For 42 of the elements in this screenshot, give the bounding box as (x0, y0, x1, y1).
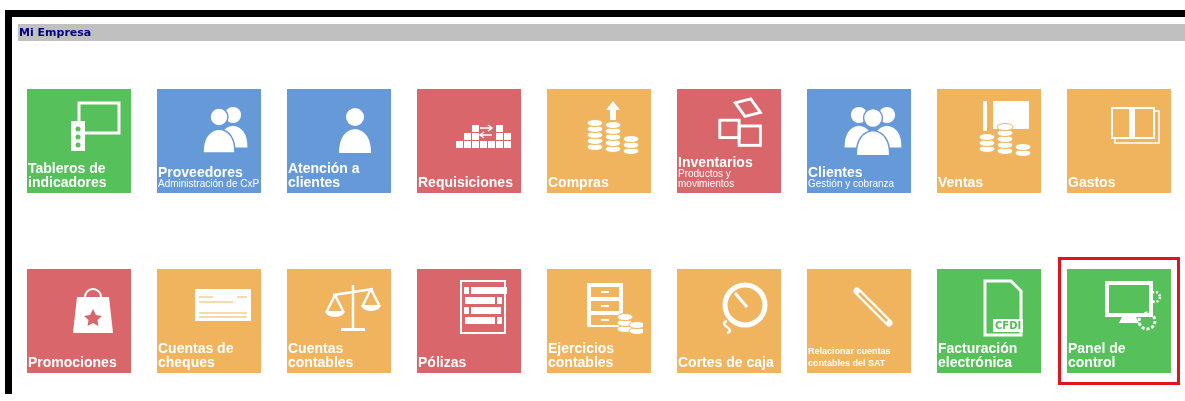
tile-title: Compras (548, 175, 610, 189)
tile-title: Relacionar cuentas contables del SAT (808, 345, 892, 369)
module-tile[interactable]: Requisiciones (417, 89, 521, 193)
tile-title: Pólizas (418, 355, 468, 369)
tile-title: Clientes (808, 165, 863, 179)
tile-title: Ejercicios contables (548, 341, 616, 369)
module-tile[interactable]: Gastos (1067, 89, 1171, 193)
tile-title: Cortes de caja (678, 355, 775, 369)
module-tile[interactable]: Inventarios Productos y movimientos (677, 89, 781, 193)
module-tile[interactable]: Panel de control (1067, 269, 1171, 373)
module-tile[interactable]: Relacionar cuentas contables del SAT (807, 269, 911, 373)
module-tile[interactable]: Promociones (27, 269, 131, 373)
tile-title: Facturación electrónica (938, 341, 1019, 369)
tile-title: Promociones (28, 355, 118, 369)
module-tile[interactable]: Compras (547, 89, 651, 193)
module-tile[interactable]: Ejercicios contables (547, 269, 651, 373)
tile-subtitle: Gestión y cobranza (808, 179, 896, 189)
tile-title: Tableros de indicadores (28, 161, 108, 189)
module-tile[interactable]: Cortes de caja (677, 269, 781, 373)
tile-title: Proveedores (158, 165, 243, 179)
icon-label: CFDI (993, 319, 1024, 332)
module-tile[interactable]: CFDI Facturación electrónica (937, 269, 1041, 373)
tile-title: Requisiciones (418, 175, 514, 189)
tile-subtitle: Administración de CxP (158, 179, 261, 189)
tile-subtitle: Productos y movimientos (678, 169, 736, 189)
tile-title: Gastos (1068, 175, 1117, 189)
tile-title: Inventarios (678, 155, 754, 169)
tile-title: Panel de control (1068, 341, 1127, 369)
module-tile[interactable]: Clientes Gestión y cobranza (807, 89, 911, 193)
tile-title: Cuentas contables (288, 341, 355, 369)
module-tile[interactable]: Cuentas de cheques (157, 269, 261, 373)
module-tile[interactable]: Pólizas (417, 269, 521, 373)
window-title: Mi Empresa (18, 24, 1185, 41)
module-tile[interactable]: Ventas (937, 89, 1041, 193)
tile-icon (453, 123, 513, 149)
module-tile[interactable]: Cuentas contables (287, 269, 391, 373)
tile-title: Atención a clientes (288, 161, 361, 189)
tile-title: Ventas (938, 175, 985, 189)
module-tile[interactable]: Proveedores Administración de CxP (157, 89, 261, 193)
module-tile[interactable]: Atención a clientes (287, 89, 391, 193)
module-tile[interactable]: Tableros de indicadores (27, 89, 131, 193)
tile-title: Cuentas de cheques (158, 341, 235, 369)
